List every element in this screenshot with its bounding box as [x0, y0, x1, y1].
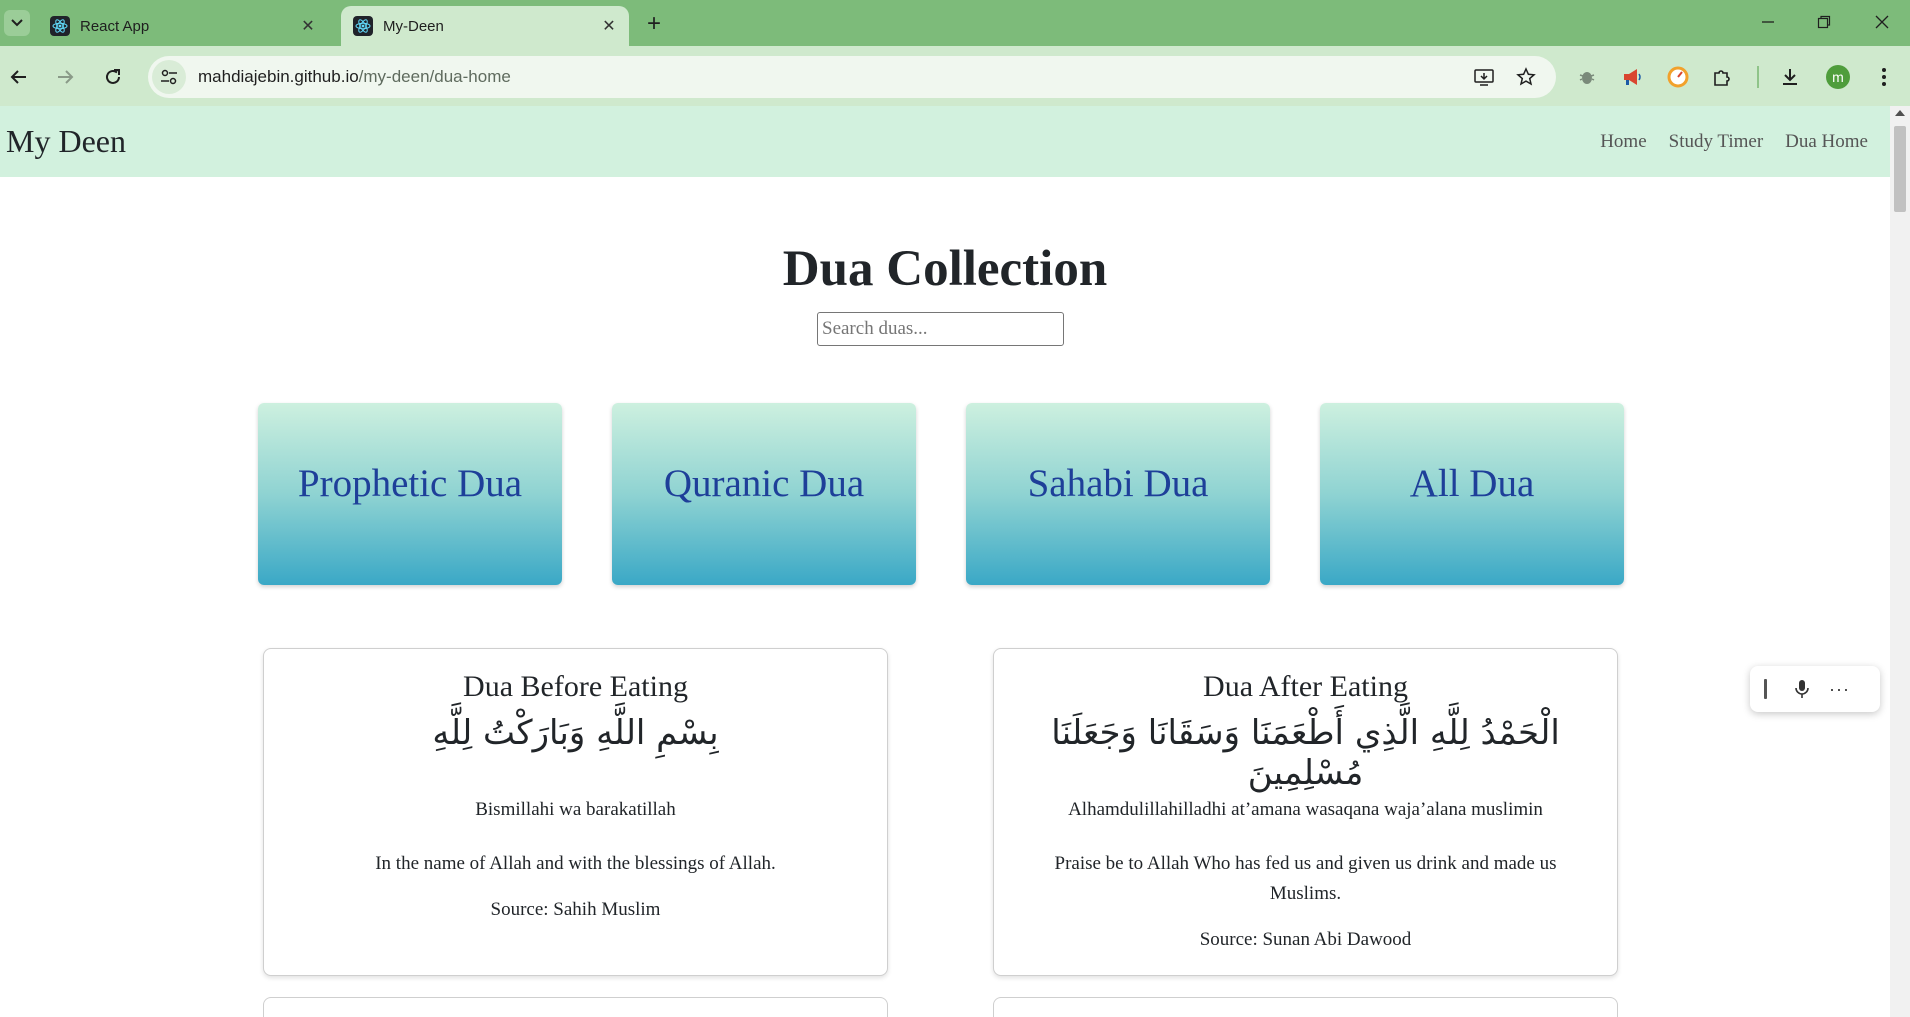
dua-source: Source: Sahih Muslim	[490, 899, 661, 920]
bug-icon[interactable]	[1573, 63, 1601, 91]
forward-arrow-icon[interactable]	[50, 62, 80, 92]
nav-link-home[interactable]: Home	[1600, 131, 1646, 153]
kebab-menu-icon[interactable]	[1870, 63, 1898, 91]
close-icon[interactable]: ✕	[599, 16, 619, 36]
restore-icon[interactable]	[1804, 8, 1844, 36]
dua-card	[263, 997, 888, 1017]
react-icon	[50, 16, 70, 36]
dua-source: Source: Sunan Abi Dawood	[1199, 929, 1412, 950]
page-scrollbar[interactable]	[1890, 106, 1910, 1017]
dua-title: Dua Before Eating	[463, 670, 688, 703]
brand-logo[interactable]: My Deen	[6, 123, 126, 160]
chevron-down-icon	[11, 19, 23, 27]
tab-react-app[interactable]: React App ✕	[38, 6, 328, 46]
window-close-icon[interactable]	[1862, 8, 1902, 36]
category-quranic-dua[interactable]: Quranic Dua	[612, 403, 916, 585]
star-icon[interactable]	[1512, 63, 1540, 91]
dua-card-before-eating: Dua Before Eating بِسْمِ اللَّهِ وَبَارَ…	[263, 648, 888, 976]
dua-card-after-eating: Dua After Eating الْحَمْدُ لِلَّهِ الَّذ…	[993, 648, 1618, 976]
more-options-icon[interactable]: ···	[1829, 679, 1850, 700]
dua-title: Dua After Eating	[1203, 670, 1408, 703]
site-navbar: My Deen Home Study Timer Dua Home	[0, 106, 1890, 177]
drag-handle-icon[interactable]	[1764, 679, 1767, 699]
dua-arabic: بِسْمِ اللَّهِ وَبَارَكْتُ لِلَّهِ	[432, 713, 719, 753]
voice-input-widget: ···	[1750, 666, 1880, 712]
dua-card	[993, 997, 1618, 1017]
minimize-icon[interactable]	[1748, 8, 1788, 36]
tab-my-deen[interactable]: My-Deen ✕	[341, 6, 629, 46]
gauge-icon[interactable]	[1664, 63, 1692, 91]
address-bar[interactable]: mahdiajebin.github.io/my-deen/dua-home	[148, 56, 1556, 98]
tab-title: My-Deen	[383, 17, 444, 35]
category-label: Quranic Dua	[663, 461, 865, 505]
react-icon	[353, 16, 373, 36]
category-label: Sahabi Dua	[1027, 461, 1209, 505]
dua-transliteration: Bismillahi wa barakatillah	[475, 799, 676, 820]
back-arrow-icon[interactable]	[4, 62, 34, 92]
site-info-icon[interactable]	[152, 60, 186, 94]
url-path: /my-deen/dua-home	[358, 67, 511, 86]
toolbar-separator	[1757, 66, 1759, 88]
category-label: All Dua	[1409, 461, 1535, 505]
nav-link-study-timer[interactable]: Study Timer	[1669, 131, 1764, 153]
download-icon[interactable]	[1776, 63, 1804, 91]
nav-link-dua-home[interactable]: Dua Home	[1785, 131, 1868, 153]
tab-title: React App	[80, 17, 150, 35]
plus-icon[interactable]: +	[641, 10, 667, 37]
scroll-up-arrow-icon[interactable]	[1895, 110, 1905, 116]
category-sahabi-dua[interactable]: Sahabi Dua	[966, 403, 1270, 585]
category-label: Prophetic Dua	[297, 461, 523, 505]
scroll-thumb[interactable]	[1894, 126, 1906, 212]
reload-icon[interactable]	[98, 62, 128, 92]
category-all-dua[interactable]: All Dua	[1320, 403, 1624, 585]
megaphone-icon[interactable]	[1619, 63, 1647, 91]
tab-list-button[interactable]	[4, 10, 30, 36]
search-input[interactable]	[817, 312, 1064, 346]
nav-links: Home Study Timer Dua Home	[1600, 131, 1868, 153]
close-icon[interactable]: ✕	[298, 16, 318, 36]
dua-translation: In the name of Allah and with the blessi…	[375, 853, 776, 874]
category-prophetic-dua[interactable]: Prophetic Dua	[258, 403, 562, 585]
puzzle-icon[interactable]	[1708, 63, 1736, 91]
avatar[interactable]: m	[1826, 65, 1850, 89]
dua-transliteration: Alhamdulillahilladhi at’amana wasaqana w…	[1068, 799, 1543, 820]
page-title: Dua Collection	[782, 241, 1108, 297]
install-app-icon[interactable]	[1470, 63, 1498, 91]
microphone-icon[interactable]	[1787, 674, 1817, 704]
dua-translation: Praise be to Allah Who has fed us and gi…	[1054, 853, 1557, 904]
url-text: mahdiajebin.github.io/my-deen/dua-home	[198, 67, 511, 87]
url-host: mahdiajebin.github.io	[198, 67, 359, 86]
dua-arabic: الْحَمْدُ لِلَّهِ الَّذِي أَطْعَمَنَا وَ…	[1051, 713, 1560, 793]
browser-tab-bar: React App ✕ My-Deen ✕ +	[0, 0, 1910, 46]
